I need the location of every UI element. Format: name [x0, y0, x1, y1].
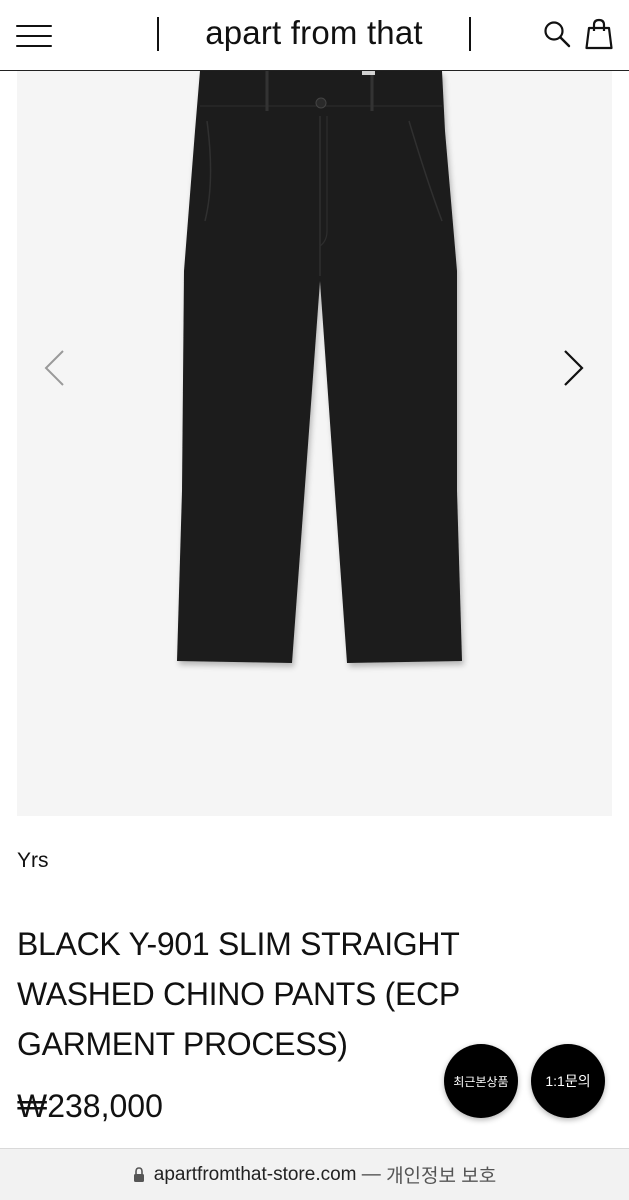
header-divider-left — [157, 17, 159, 51]
chevron-right-icon[interactable] — [557, 348, 587, 388]
lock-icon — [133, 1166, 144, 1182]
product-image-gallery[interactable] — [17, 71, 612, 816]
chevron-left-icon[interactable] — [41, 348, 71, 388]
site-logo[interactable]: apart from that — [160, 14, 468, 52]
product-image — [177, 71, 462, 663]
shopping-bag-icon[interactable] — [585, 18, 613, 50]
url-separator: — — [356, 1163, 387, 1185]
recently-viewed-button[interactable]: 최근본상품 — [444, 1044, 518, 1118]
product-title: BLACK Y-901 SLIM STRAIGHT WASHED CHINO P… — [17, 926, 460, 1062]
hamburger-menu-icon[interactable] — [16, 24, 52, 48]
search-icon[interactable] — [543, 20, 571, 48]
browser-url-bar[interactable]: apartfromthat-store.com — 개인정보 보호 — [0, 1148, 629, 1200]
url-text: apartfromthat-store.com — [153, 1163, 357, 1185]
inquiry-button[interactable]: 1:1문의 — [531, 1044, 605, 1118]
site-header: apart from that — [0, 0, 629, 71]
product-price: ₩238,000 — [17, 1088, 163, 1124]
product-brand[interactable]: Yrs — [17, 849, 49, 873]
privacy-protection-label: 개인정보 보호 — [386, 1166, 497, 1187]
header-divider-right — [469, 17, 471, 51]
